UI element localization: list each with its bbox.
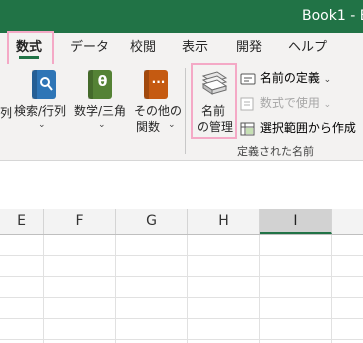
lookup-label: 検索/行列 xyxy=(14,104,67,118)
more-functions-label-line1: その他の xyxy=(134,104,183,118)
formula-bar-area xyxy=(0,167,363,210)
ribbon-panel: 列 検索/行列 ⌄ θ 数学/三角 ⌄ ··· その他の 関数 ⌄ 名前 の管理… xyxy=(0,64,363,161)
use-in-formula-button: 数式で使用 ⌄ xyxy=(240,94,331,111)
grid-row-line xyxy=(0,318,363,319)
tab-view[interactable]: 表示 xyxy=(182,33,208,64)
grid-row-line xyxy=(0,276,363,277)
grid-col-line xyxy=(187,235,188,343)
tab-review[interactable]: 校閲 xyxy=(130,33,156,64)
tab-data[interactable]: データ xyxy=(70,33,109,64)
grid-row-line xyxy=(0,339,363,340)
define-name-label: 名前の定義 xyxy=(259,71,320,85)
tab-formulas-label: 数式 xyxy=(16,40,43,55)
column-header-h[interactable]: H xyxy=(188,209,260,234)
define-name-icon xyxy=(240,73,256,84)
grid-col-line xyxy=(43,235,44,343)
grid-row-line xyxy=(0,297,363,298)
chevron-down-icon: ⌄ xyxy=(98,120,106,130)
group-separator xyxy=(185,68,186,154)
tab-help[interactable]: ヘルプ xyxy=(288,33,327,64)
column-header-i[interactable]: I xyxy=(260,209,332,234)
column-header-overflow xyxy=(332,209,363,234)
chevron-down-icon: ⌄ xyxy=(168,120,176,130)
more-functions-label-line2: 関数 xyxy=(136,120,161,134)
use-in-formula-icon xyxy=(240,97,254,110)
ribbon-tabs: 数式 データ 校閲 表示 開発 ヘルプ xyxy=(0,33,363,64)
use-in-formula-label: 数式で使用 xyxy=(259,96,320,110)
lookup-book-icon xyxy=(32,70,56,99)
define-name-button[interactable]: 名前の定義 ⌄ xyxy=(240,69,331,86)
more-functions-button[interactable]: ··· その他の 関数 ⌄ xyxy=(132,64,182,154)
column-header-g[interactable]: G xyxy=(116,209,188,234)
lookup-reference-button[interactable]: 検索/行列 ⌄ xyxy=(12,64,68,154)
column-header-row: E F G H I xyxy=(0,209,363,235)
name-manager-label-line2: の管理 xyxy=(197,120,234,134)
name-manager-icon xyxy=(201,71,228,95)
title-bar: Book1 - E xyxy=(0,0,363,33)
math-trig-button[interactable]: θ 数学/三角 ⌄ xyxy=(72,64,132,154)
create-from-selection-icon xyxy=(240,122,255,135)
cell-grid[interactable] xyxy=(0,235,363,343)
grid-col-line xyxy=(115,235,116,343)
column-header-f[interactable]: F xyxy=(44,209,116,234)
grid-row-line xyxy=(0,255,363,256)
tab-formulas[interactable]: 数式 xyxy=(16,33,42,64)
chevron-down-icon: ⌄ xyxy=(38,120,46,130)
window-title: Book1 - E xyxy=(302,8,363,24)
chevron-down-icon: ⌄ xyxy=(323,75,332,85)
name-manager-button[interactable]: 名前 の管理 xyxy=(191,64,237,140)
name-manager-label-line1: 名前 xyxy=(201,104,226,118)
math-book-icon: θ xyxy=(88,70,112,99)
defined-names-group-label: 定義された名前 xyxy=(237,145,314,158)
math-label: 数学/三角 xyxy=(74,104,127,118)
grid-col-line xyxy=(331,235,332,343)
tab-developer[interactable]: 開発 xyxy=(236,33,262,64)
grid-col-line xyxy=(259,235,260,343)
chevron-down-icon: ⌄ xyxy=(323,100,332,110)
more-functions-book-icon: ··· xyxy=(144,70,168,99)
create-from-selection-button[interactable]: 選択範囲から作成 xyxy=(240,119,356,136)
column-header-e[interactable]: E xyxy=(0,209,44,234)
create-from-selection-label: 選択範囲から作成 xyxy=(259,121,356,135)
active-tab-underline xyxy=(19,56,40,59)
